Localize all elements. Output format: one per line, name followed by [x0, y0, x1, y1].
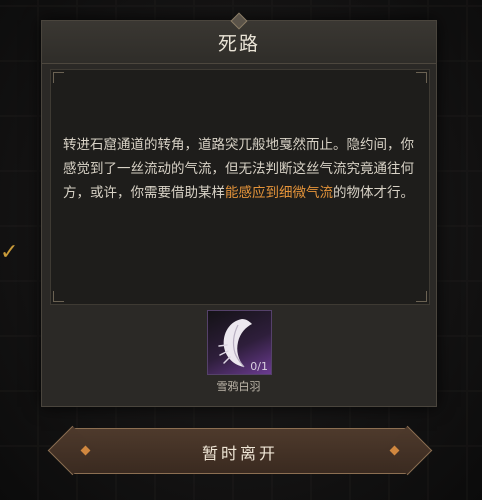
- corner-ornament: [416, 72, 427, 83]
- corner-ornament: [53, 291, 64, 302]
- dialog-title: 死路: [217, 33, 260, 55]
- story-panel: 转进石窟通道的转角，道路突兀般地戛然而止。隐约间，你感觉到了一丝流动的气流，但无…: [50, 69, 430, 305]
- corner-ornament: [53, 72, 64, 83]
- dialog-title-bar: 死路: [42, 12, 436, 64]
- leave-button-label: 暂时离开: [201, 444, 278, 463]
- checkmark-icon: ✓: [0, 240, 19, 265]
- story-text-part2: 的物体才行。: [333, 185, 414, 201]
- corner-ornament: [416, 291, 427, 302]
- item-count: 0/1: [250, 360, 268, 373]
- item-name: 雪鸦白羽: [216, 380, 261, 393]
- story-text: 转进石窟通道的转角，道路突兀般地戛然而止。隐约间，你感觉到了一丝流动的气流，但无…: [63, 133, 415, 205]
- dead-end-dialog: 死路 转进石窟通道的转角，道路突兀般地戛然而止。隐约间，你感觉到了一丝流动的气流…: [41, 12, 437, 407]
- leave-button[interactable]: 暂时离开: [47, 425, 433, 476]
- story-text-highlight: 能感应到细微气流: [225, 185, 333, 201]
- required-item-slot[interactable]: 0/1: [207, 310, 272, 375]
